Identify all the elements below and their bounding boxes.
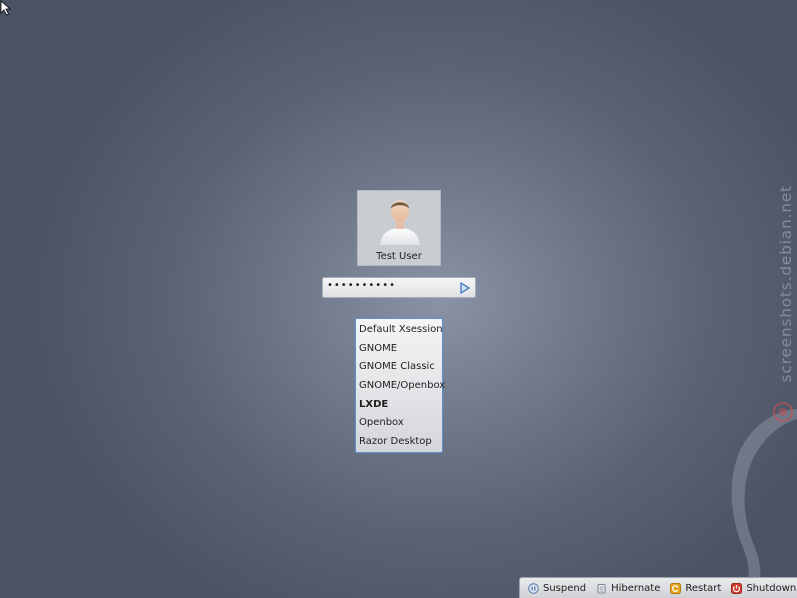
watermark-text: screenshots.debian.net xyxy=(777,185,795,383)
session-item-gnome[interactable]: GNOME xyxy=(356,340,442,359)
session-item-openbox[interactable]: Openbox xyxy=(356,414,442,433)
power-bar: Suspend Hibernate Restart Shutdown xyxy=(519,577,797,598)
user-name-label: Test User xyxy=(376,251,422,262)
hibernate-label: Hibernate xyxy=(611,582,661,594)
mouse-cursor-icon xyxy=(0,0,12,16)
hibernate-icon xyxy=(597,583,606,593)
user-avatar-icon xyxy=(380,200,420,245)
session-item-gnome-openbox[interactable]: GNOME/Openbox xyxy=(356,377,445,396)
debian-swirl-icon xyxy=(731,402,797,580)
restart-label: Restart xyxy=(685,582,722,594)
shutdown-button[interactable]: Shutdown xyxy=(731,582,797,594)
play-arrow-icon[interactable] xyxy=(459,282,470,294)
suspend-icon xyxy=(528,582,539,594)
password-masked-value: •••••••••• xyxy=(327,280,396,291)
shutdown-icon xyxy=(731,582,743,594)
shutdown-label: Shutdown xyxy=(746,582,797,594)
user-tile[interactable]: Test User xyxy=(357,190,441,266)
password-input[interactable]: •••••••••• xyxy=(322,277,476,298)
session-list[interactable]: Default Xsession GNOME GNOME Classic GNO… xyxy=(355,318,445,453)
restart-icon xyxy=(670,582,682,594)
suspend-button[interactable]: Suspend xyxy=(528,583,586,594)
session-item-razor-desktop[interactable]: Razor Desktop xyxy=(356,433,442,452)
session-item-gnome-classic[interactable]: GNOME Classic xyxy=(356,358,442,377)
suspend-label: Suspend xyxy=(543,582,587,594)
session-item-default-xsession[interactable]: Default Xsession xyxy=(356,321,443,340)
restart-button[interactable]: Restart xyxy=(670,582,722,594)
hibernate-button[interactable]: Hibernate xyxy=(596,583,660,594)
session-item-lxde[interactable]: LXDE xyxy=(356,396,442,415)
